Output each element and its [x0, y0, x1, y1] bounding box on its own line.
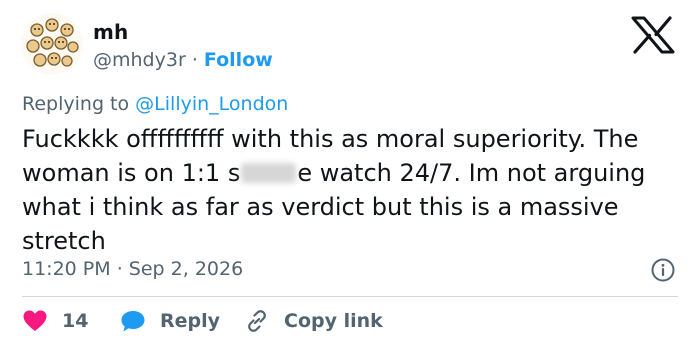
info-icon[interactable]: [650, 257, 676, 283]
copy-link-button[interactable]: Copy link: [244, 306, 383, 336]
replying-to: Replying to @Lillyin_London: [22, 93, 288, 115]
like-count: 14: [62, 310, 89, 332]
reply-label: Reply: [160, 310, 221, 332]
author-name[interactable]: mh: [93, 20, 128, 44]
heart-icon: [23, 310, 47, 331]
meta-separator: ·: [116, 258, 123, 280]
author-handle[interactable]: @mhdy3r: [93, 49, 186, 71]
replying-to-label: Replying to: [22, 93, 130, 115]
separator-dot: ·: [191, 49, 198, 71]
tweet-timestamp[interactable]: 11:20 PM · Sep 2, 2026: [22, 258, 243, 280]
x-logo-icon[interactable]: [629, 16, 677, 54]
reply-bubble-icon: [121, 311, 145, 332]
follow-button[interactable]: Follow: [204, 49, 273, 71]
tweet-time: 11:20 PM: [22, 258, 111, 280]
cartoon-avatar-icon: [21, 13, 83, 75]
reply-button[interactable]: Reply: [120, 306, 220, 336]
action-bar: 14 Reply Copy link: [22, 306, 682, 336]
copy-link-label: Copy link: [284, 310, 383, 332]
like-button[interactable]: 14: [22, 306, 88, 336]
avatar[interactable]: [21, 13, 83, 75]
author-handle-row: @mhdy3r · Follow: [93, 49, 273, 71]
tweet-text: Fuckkkk offffffffff with this as moral s…: [22, 122, 687, 258]
link-icon: [248, 310, 266, 332]
tweet-date: Sep 2, 2026: [128, 258, 244, 280]
divider: [22, 296, 678, 297]
reply-mention-link[interactable]: @Lillyin_London: [135, 93, 288, 115]
blurred-word: [241, 163, 297, 183]
